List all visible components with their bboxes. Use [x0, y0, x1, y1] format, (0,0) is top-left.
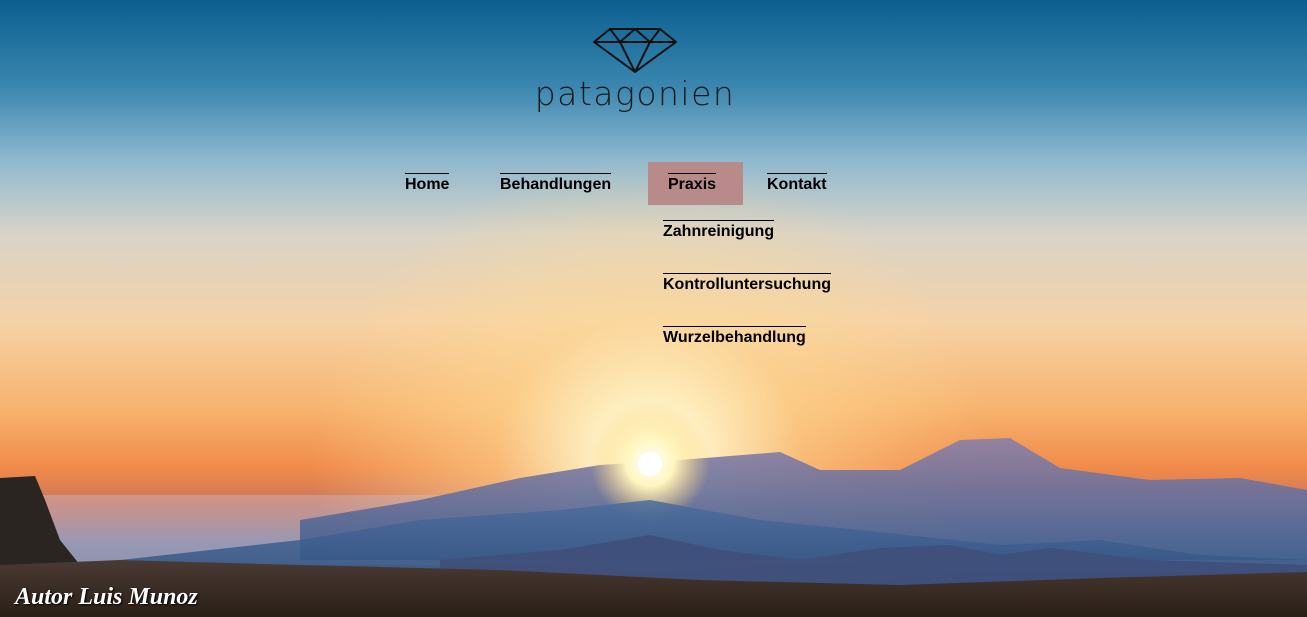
- dropdown-item-wurzelbehandlung[interactable]: Wurzelbehandlung: [663, 326, 806, 346]
- brand-name: patagonien: [534, 74, 736, 113]
- nav-item-behandlungen[interactable]: Behandlungen: [490, 162, 634, 205]
- nav-item-home[interactable]: Home: [395, 162, 467, 205]
- nav-item-label: Praxis: [668, 173, 717, 193]
- nav-item-kontakt[interactable]: Kontakt: [757, 162, 849, 205]
- author-credit: Autor Luis Munoz: [15, 584, 198, 610]
- diamond-icon: [593, 28, 677, 73]
- dropdown-item-zahnreinigung[interactable]: Zahnreinigung: [663, 220, 775, 240]
- nav-item-praxis[interactable]: Praxis: [648, 162, 743, 205]
- main-navigation: Home Behandlungen Praxis Kontakt: [0, 162, 1307, 206]
- dropdown-item-kontrolluntersuchung[interactable]: Kontrolluntersuchung: [663, 273, 831, 293]
- nav-item-label: Kontakt: [767, 173, 827, 193]
- nav-item-label: Home: [405, 173, 450, 193]
- brand-logo[interactable]: patagonien: [500, 26, 770, 116]
- nav-item-label: Behandlungen: [500, 173, 612, 193]
